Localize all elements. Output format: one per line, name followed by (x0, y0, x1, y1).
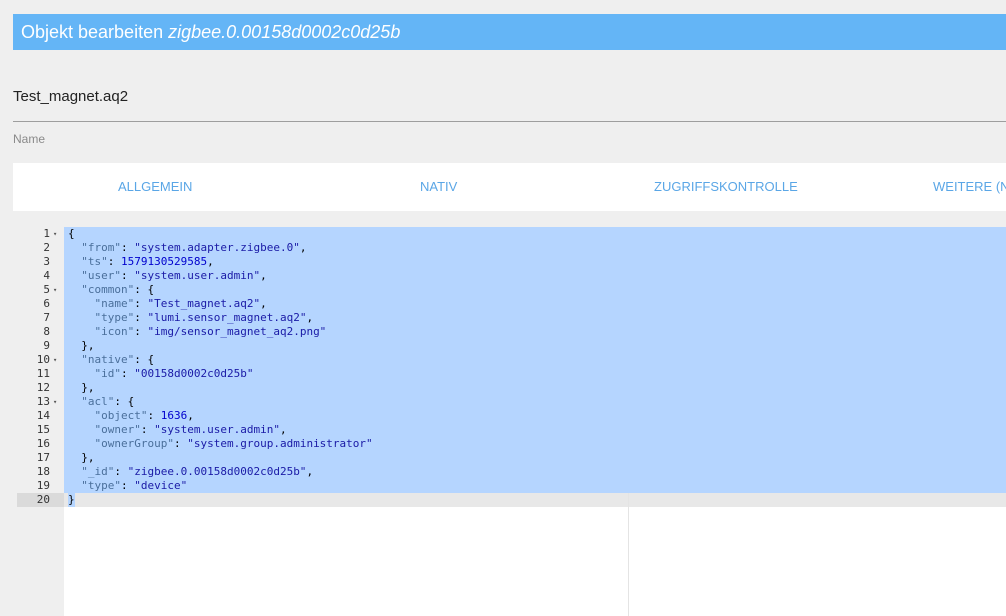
code-line: 1 ▾ { (17, 227, 1006, 241)
code-text: }, (81, 381, 95, 394)
fold-arrow-down-icon[interactable]: ▾ (53, 227, 57, 241)
code-line: 12 }, (17, 381, 1006, 395)
tab-zugriffskontrolle[interactable]: ZUGRIFFSKONTROLLE (654, 163, 798, 211)
code-line: 9 }, (17, 339, 1006, 353)
name-input-label: Name (13, 132, 46, 146)
dialog-title-prefix: Objekt bearbeiten (21, 22, 164, 42)
line-number: 9 (43, 339, 50, 352)
name-input-underline (13, 121, 1006, 122)
code-text: "_id": "zigbee.0.00158d0002c0d25b", (81, 465, 314, 478)
dialog-title-bar: Objekt bearbeiten zigbee.0.00158d0002c0d… (13, 14, 1006, 50)
line-number: 6 (43, 297, 50, 310)
code-text: "type": "device" (81, 479, 188, 492)
code-line: 6 "name": "Test_magnet.aq2", (17, 297, 1006, 311)
json-code-editor[interactable]: 1 ▾{2 "from": "system.adapter.zigbee.0", 3… (17, 227, 1006, 616)
code-line: 19 "type": "device" (17, 479, 1006, 493)
line-number: 2 (43, 241, 50, 254)
code-line: 7 "type": "lumi.sensor_magnet.aq2", (17, 311, 1006, 325)
code-text: "acl": { (81, 395, 135, 408)
tab-allgemein[interactable]: ALLGEMEIN (118, 163, 192, 211)
name-input[interactable]: Test_magnet.aq2 (13, 88, 128, 105)
code-text: "native": { (81, 353, 155, 366)
line-number: 4 (43, 269, 50, 282)
line-number: 7 (43, 311, 50, 324)
line-number: 20 (36, 493, 50, 506)
code-line: 3 "ts": 1579130529585, (17, 255, 1006, 269)
code-text: "ownerGroup": "system.group.administrato… (94, 437, 373, 450)
code-text: "type": "lumi.sensor_magnet.aq2", (94, 311, 314, 324)
tab-weitere[interactable]: WEITERE (NU (933, 163, 1006, 211)
line-number: 18 (36, 465, 50, 478)
code-line: 15 "owner": "system.user.admin", (17, 423, 1006, 437)
code-text: }, (81, 451, 95, 464)
code-text: "icon": "img/sensor_magnet_aq2.png" (94, 325, 327, 338)
line-number: 17 (36, 451, 50, 464)
line-number: 14 (36, 409, 50, 422)
line-number: 16 (36, 437, 50, 450)
line-number: 19 (36, 479, 50, 492)
code-text: "object": 1636, (94, 409, 194, 422)
line-number: 15 (36, 423, 50, 436)
code-text: "id": "00158d0002c0d25b" (94, 367, 254, 380)
line-number: 11 (36, 367, 50, 380)
code-text: "from": "system.adapter.zigbee.0", (81, 241, 307, 254)
line-number: 8 (43, 325, 50, 338)
editor-print-margin (628, 493, 629, 616)
code-text: } (68, 493, 75, 506)
code-text: "common": { (81, 283, 155, 296)
line-number: 3 (43, 255, 50, 268)
code-text: "name": "Test_magnet.aq2", (94, 297, 267, 310)
line-number: 5 (43, 283, 50, 296)
fold-arrow-down-icon[interactable]: ▾ (53, 353, 57, 367)
code-text: { (68, 227, 75, 240)
code-line: 17 }, (17, 451, 1006, 465)
dialog-object-id: zigbee.0.00158d0002c0d25b (168, 22, 401, 42)
code-line: 2 "from": "system.adapter.zigbee.0", (17, 241, 1006, 255)
tab-bar: ALLGEMEIN NATIV ZUGRIFFSKONTROLLE WEITER… (13, 163, 1006, 211)
line-number: 1 (43, 227, 50, 240)
code-text: }, (81, 339, 95, 352)
code-line: 14 "object": 1636, (17, 409, 1006, 423)
code-line: 10 ▾ "native": { (17, 353, 1006, 367)
fold-arrow-down-icon[interactable]: ▾ (53, 395, 57, 409)
code-line: 8 "icon": "img/sensor_magnet_aq2.png" (17, 325, 1006, 339)
fold-arrow-down-icon[interactable]: ▾ (53, 283, 57, 297)
code-text: "owner": "system.user.admin", (94, 423, 287, 436)
line-number: 13 (36, 395, 50, 408)
code-line: 5 ▾ "common": { (17, 283, 1006, 297)
code-text: "user": "system.user.admin", (81, 269, 267, 282)
code-line: 16 "ownerGroup": "system.group.administr… (17, 437, 1006, 451)
line-number: 12 (36, 381, 50, 394)
code-line: 11 "id": "00158d0002c0d25b" (17, 367, 1006, 381)
code-text: "ts": 1579130529585, (81, 255, 214, 268)
code-line: 4 "user": "system.user.admin", (17, 269, 1006, 283)
code-line: 18 "_id": "zigbee.0.00158d0002c0d25b", (17, 465, 1006, 479)
line-number: 10 (36, 353, 50, 366)
code-line: 13 ▾ "acl": { (17, 395, 1006, 409)
code-line: 20} (17, 493, 1006, 507)
tab-nativ[interactable]: NATIV (420, 163, 457, 211)
